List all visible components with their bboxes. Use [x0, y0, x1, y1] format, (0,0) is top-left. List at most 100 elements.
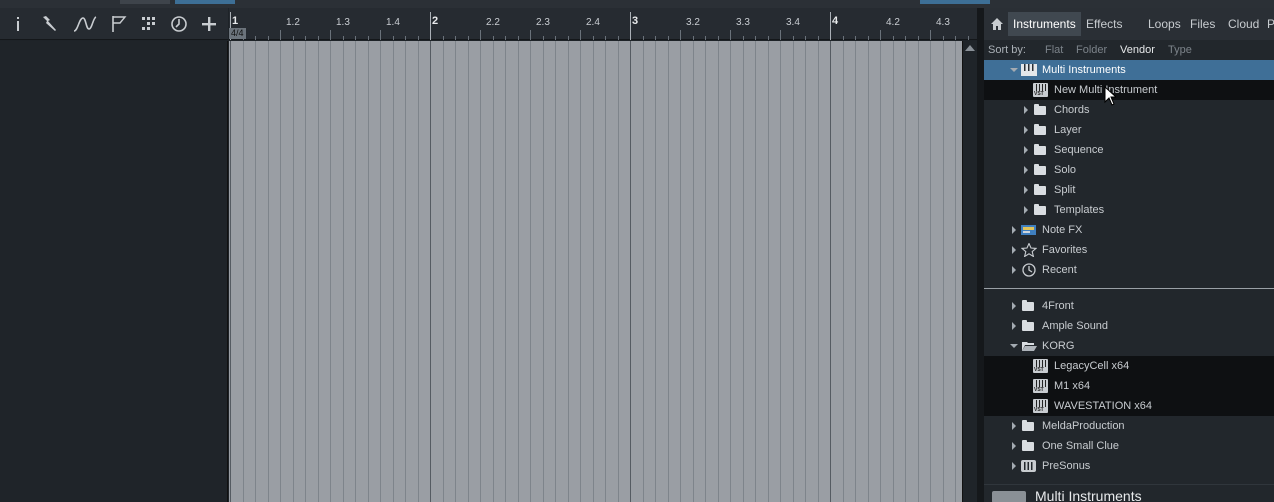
grid-button[interactable] — [137, 12, 161, 36]
track-list[interactable] — [0, 41, 228, 502]
sort-option-flat[interactable]: Flat — [1045, 44, 1063, 56]
expand-arrow-icon[interactable] — [1024, 106, 1028, 114]
ruler-tick — [455, 36, 456, 40]
tree-item-solo[interactable]: Solo — [984, 160, 1274, 180]
grid-line — [417, 41, 419, 502]
expand-arrow-icon[interactable] — [1012, 302, 1016, 310]
tree-item-meldaproduction[interactable]: MeldaProduction — [984, 416, 1274, 436]
tab-poo[interactable]: Poo — [1262, 12, 1274, 36]
tree-item-split[interactable]: Split — [984, 180, 1274, 200]
tree-item-favorites[interactable]: Favorites — [984, 240, 1274, 260]
folder-icon — [1021, 319, 1037, 333]
key-shape — [1042, 400, 1043, 407]
ruler-tick — [417, 36, 419, 40]
tree-item-4front[interactable]: 4Front — [984, 296, 1274, 316]
grid-line — [767, 41, 769, 502]
ruler-tick — [330, 30, 331, 40]
tree-item-one-small-clue[interactable]: One Small Clue — [984, 436, 1274, 456]
scroll-up-arrow-icon[interactable] — [965, 45, 975, 51]
expand-arrow-icon[interactable] — [1012, 266, 1016, 274]
folder-icon — [1033, 183, 1049, 197]
grid-line — [780, 41, 781, 502]
tree-item-presonus[interactable]: PreSonus — [984, 456, 1274, 476]
ruler-tick — [955, 36, 956, 40]
ruler-tick — [867, 36, 869, 40]
add-track-button[interactable] — [197, 12, 221, 36]
ruler-tick — [692, 36, 694, 40]
home-button[interactable] — [986, 12, 1008, 36]
folder-shape — [1022, 320, 1034, 331]
ruler-tick — [667, 36, 669, 40]
tab-files[interactable]: Files — [1185, 12, 1220, 36]
grid-line — [680, 41, 681, 502]
grid-icon — [142, 17, 155, 30]
grid-line — [667, 41, 669, 502]
browser-panel: InstrumentsEffects LoopsFilesCloudPoo Sor… — [984, 8, 1274, 502]
tree-item-note-fx[interactable]: Note FX — [984, 220, 1274, 240]
tab-effects[interactable]: Effects — [1081, 12, 1127, 36]
expand-arrow-icon[interactable] — [1024, 206, 1028, 214]
grid-line — [467, 41, 469, 502]
expand-arrow-icon[interactable] — [1012, 246, 1016, 254]
vertical-scrollbar[interactable] — [962, 41, 977, 502]
tree-item-recent[interactable]: Recent — [984, 260, 1274, 280]
tree-item-layer[interactable]: Layer — [984, 120, 1274, 140]
ruler-tick — [817, 36, 819, 40]
grid-line — [917, 41, 919, 502]
collapse-arrow-icon[interactable] — [1010, 344, 1018, 348]
tree-item-legacycell-x64[interactable]: VST LegacyCell x64 — [984, 356, 1274, 376]
tab-cloud[interactable]: Cloud — [1223, 12, 1264, 36]
top-strip — [0, 0, 1274, 8]
tree-item-wavestation-x64[interactable]: VST WAVESTATION x64 — [984, 396, 1274, 416]
timeline-ruler[interactable]: 1 1.2 1.3 1.4 2 2.2 2.3 2.4 3 3.2 3.3 3.4 4 4.2 4.3 4/4 — [229, 8, 977, 40]
tree-item-chords[interactable]: Chords — [984, 100, 1274, 120]
ruler-tick — [505, 36, 506, 40]
tab-instruments[interactable]: Instruments — [1008, 12, 1081, 36]
sort-option-folder[interactable]: Folder — [1076, 44, 1107, 56]
ruler-label: 3.2 — [686, 17, 700, 28]
tree-item-sequence[interactable]: Sequence — [984, 140, 1274, 160]
top-strip-segment — [920, 0, 990, 4]
expand-arrow-icon[interactable] — [1012, 462, 1016, 470]
key-shape — [1039, 84, 1040, 91]
grid-line — [592, 41, 594, 502]
expand-arrow-icon[interactable] — [1012, 322, 1016, 330]
folder-icon — [1021, 439, 1037, 453]
time-signature-badge[interactable]: 4/4 — [229, 28, 246, 39]
grid-line — [755, 41, 756, 502]
wrench-button[interactable] — [37, 12, 61, 36]
arrangement-grid[interactable] — [229, 41, 962, 502]
tree-item-multi-instruments[interactable]: Multi Instruments — [984, 60, 1274, 80]
tree-item-new-multi-instrument[interactable]: VST New Multi Instrument — [984, 80, 1274, 100]
tempo-button[interactable] — [167, 12, 191, 36]
expand-arrow-icon[interactable] — [1012, 226, 1016, 234]
tab-loops[interactable]: Loops — [1143, 12, 1186, 36]
automation-button[interactable] — [73, 12, 97, 36]
info-button[interactable] — [6, 12, 30, 36]
marker-button[interactable] — [107, 12, 131, 36]
expand-arrow-icon[interactable] — [1024, 186, 1028, 194]
sort-option-type[interactable]: Type — [1168, 44, 1192, 56]
ruler-tick — [617, 36, 619, 40]
expand-arrow-icon[interactable] — [1012, 422, 1016, 430]
tree-item-templates[interactable]: Templates — [984, 200, 1274, 220]
grid-line — [642, 41, 644, 502]
collapse-arrow-icon[interactable] — [1010, 68, 1018, 72]
expand-arrow-icon[interactable] — [1024, 126, 1028, 134]
expand-arrow-icon[interactable] — [1024, 146, 1028, 154]
tree-item-korg[interactable]: KORG — [984, 336, 1274, 356]
ruler-tick — [480, 30, 481, 40]
grid-line — [430, 41, 431, 502]
tree-item-m1-x64[interactable]: VST M1 x64 — [984, 376, 1274, 396]
folder-icon — [1033, 103, 1049, 117]
sort-option-vendor[interactable]: Vendor — [1120, 44, 1155, 56]
expand-arrow-icon[interactable] — [1012, 442, 1016, 450]
tree-item-label: Split — [1054, 184, 1076, 196]
top-strip-segment — [120, 0, 170, 4]
vst-shape: VST — [1033, 359, 1048, 373]
tree-item-ample-sound[interactable]: Ample Sound — [984, 316, 1274, 336]
tree-item-label: KORG — [1042, 340, 1075, 352]
expand-arrow-icon[interactable] — [1024, 166, 1028, 174]
folder-shape — [1034, 104, 1046, 115]
panel-divider[interactable] — [977, 8, 984, 502]
